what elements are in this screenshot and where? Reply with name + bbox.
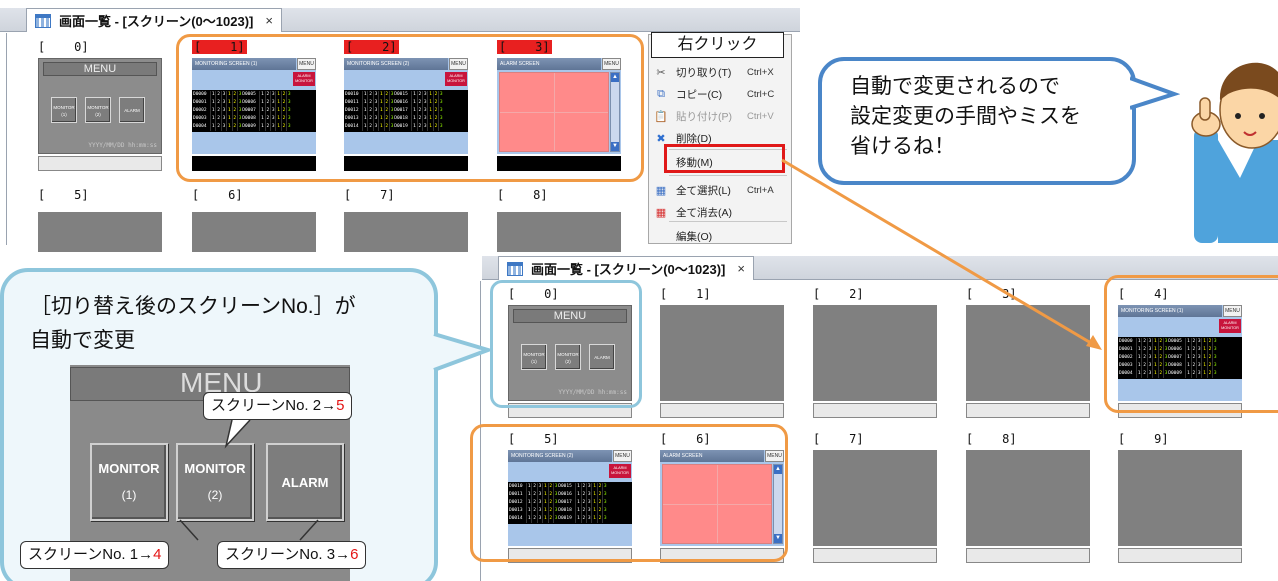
tag-prefix: スクリーンNo. 1→ bbox=[28, 546, 154, 563]
screen-no-3-tag: スクリーンNo. 3→6 bbox=[217, 541, 367, 569]
tag-new-number: 6 bbox=[350, 546, 359, 563]
tag-new-number: 5 bbox=[336, 397, 345, 414]
tag-new-number: 4 bbox=[153, 546, 162, 563]
tag-prefix: スクリーンNo. 3→ bbox=[225, 546, 351, 563]
screen-no-1-tag: スクリーンNo. 1→4 bbox=[20, 541, 170, 569]
tag-prefix: スクリーンNo. 2→ bbox=[211, 397, 337, 414]
tag-pointers bbox=[179, 419, 319, 541]
screen-no-2-tag: スクリーンNo. 2→5 bbox=[203, 392, 353, 420]
